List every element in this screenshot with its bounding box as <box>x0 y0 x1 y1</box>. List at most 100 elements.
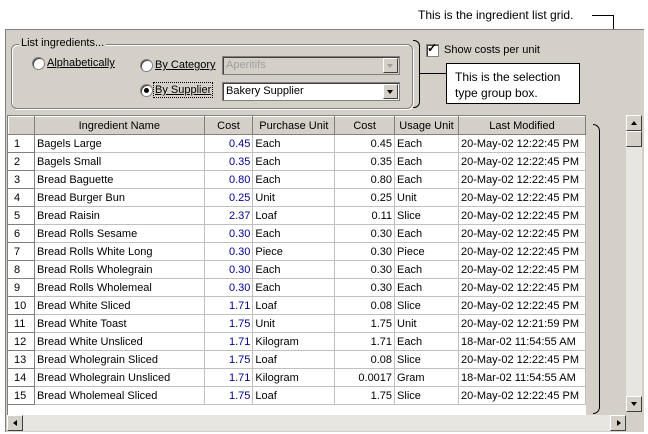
cell-row-number[interactable]: 11 <box>8 314 35 333</box>
cell-purchase-cost[interactable]: 1.75 <box>203 350 254 369</box>
cell-purchase-cost[interactable]: 0.25 <box>203 188 254 207</box>
cell-purchase-unit[interactable]: Loaf <box>252 296 336 315</box>
cell-usage-cost[interactable]: 0.08 <box>334 350 396 369</box>
cell-row-number[interactable]: 15 <box>8 386 35 405</box>
table-row[interactable]: 8 Bread Rolls Wholegrain 0.30 Each 0.30 Each 2… <box>8 260 586 279</box>
cell-purchase-unit[interactable]: Each <box>252 170 336 189</box>
cell-usage-unit[interactable]: Slice <box>394 386 459 405</box>
table-row[interactable]: 14 Bread Wholegrain Unsliced 1.71 Kilogram 0… <box>8 368 586 387</box>
cell-purchase-cost[interactable]: 0.30 <box>203 260 254 279</box>
cell-ingredient-name[interactable]: Bread Raisin <box>33 206 205 225</box>
show-costs-label[interactable]: Show costs per unit <box>444 44 540 56</box>
cell-last-modified[interactable]: 20-May-02 12:22:45 PM <box>457 350 586 369</box>
by-supplier-radio[interactable] <box>140 84 153 97</box>
cell-usage-unit[interactable]: Each <box>394 170 459 189</box>
cell-purchase-unit[interactable]: Kilogram <box>252 332 336 351</box>
table-row[interactable]: 1 Bagels Large 0.45 Each 0.45 Each 20-May-02 1… <box>8 134 586 153</box>
cell-usage-unit[interactable]: Slice <box>394 350 459 369</box>
cell-row-number[interactable]: 2 <box>8 152 35 171</box>
cell-ingredient-name[interactable]: Bread Rolls Wholegrain <box>33 260 205 279</box>
cell-usage-cost[interactable]: 1.75 <box>334 314 396 333</box>
column-header-last-modified[interactable]: Last Modified <box>457 116 586 135</box>
cell-ingredient-name[interactable]: Bread Wholegrain Sliced <box>33 350 205 369</box>
cell-ingredient-name[interactable]: Bread White Sliced <box>33 296 205 315</box>
table-row[interactable]: 13 Bread Wholegrain Sliced 1.75 Loaf 0.08 Sli… <box>8 350 586 369</box>
cell-usage-unit[interactable]: Unit <box>394 188 459 207</box>
vertical-scroll-thumb[interactable] <box>626 131 642 147</box>
cell-row-number[interactable]: 5 <box>8 206 35 225</box>
cell-row-number[interactable]: 3 <box>8 170 35 189</box>
cell-last-modified[interactable]: 20-May-02 12:22:45 PM <box>457 224 586 243</box>
cell-usage-unit[interactable]: Each <box>394 278 459 297</box>
cell-usage-unit[interactable]: Gram <box>394 368 459 387</box>
cell-usage-unit[interactable]: Each <box>394 260 459 279</box>
cell-purchase-unit[interactable]: Piece <box>252 242 336 261</box>
cell-row-number[interactable]: 4 <box>8 188 35 207</box>
cell-purchase-unit[interactable]: Loaf <box>252 206 336 225</box>
cell-usage-cost[interactable]: 0.25 <box>334 188 396 207</box>
cell-row-number[interactable]: 7 <box>8 242 35 261</box>
cell-usage-cost[interactable]: 1.71 <box>334 332 396 351</box>
cell-usage-cost[interactable]: 0.35 <box>334 152 396 171</box>
cell-usage-cost[interactable]: 0.08 <box>334 296 396 315</box>
cell-usage-cost[interactable]: 1.75 <box>334 386 396 405</box>
scroll-left-icon[interactable] <box>7 415 23 431</box>
ingredient-list-grid[interactable]: Ingredient Name Cost Purchase Unit Cost … <box>7 115 586 416</box>
by-category-label[interactable]: By Category <box>155 59 216 71</box>
cell-purchase-unit[interactable]: Kilogram <box>252 368 336 387</box>
cell-usage-unit[interactable]: Each <box>394 332 459 351</box>
cell-ingredient-name[interactable]: Bread Baguette <box>33 170 205 189</box>
cell-usage-cost[interactable]: 0.0017 <box>334 368 396 387</box>
cell-purchase-cost[interactable]: 0.30 <box>203 278 254 297</box>
cell-row-number[interactable]: 13 <box>8 350 35 369</box>
cell-ingredient-name[interactable]: Bagels Small <box>33 152 205 171</box>
cell-purchase-unit[interactable]: Each <box>252 260 336 279</box>
cell-usage-unit[interactable]: Each <box>394 152 459 171</box>
table-row[interactable]: 11 Bread White Toast 1.75 Unit 1.75 Unit 20-Ma… <box>8 314 586 333</box>
chevron-down-icon[interactable] <box>383 58 398 73</box>
cell-purchase-unit[interactable]: Unit <box>252 188 336 207</box>
supplier-dropdown[interactable]: Bakery Supplier <box>222 82 400 101</box>
cell-usage-cost[interactable]: 0.30 <box>334 260 396 279</box>
cell-purchase-unit[interactable]: Each <box>252 224 336 243</box>
table-row[interactable]: 15 Bread Wholemeal Sliced 1.75 Loaf 1.75 Slic… <box>8 386 586 405</box>
cell-row-number[interactable]: 6 <box>8 224 35 243</box>
cell-purchase-cost[interactable]: 0.30 <box>203 242 254 261</box>
cell-last-modified[interactable]: 18-Mar-02 11:54:55 AM <box>457 332 586 351</box>
cell-last-modified[interactable]: 20-May-02 12:22:45 PM <box>457 134 586 153</box>
cell-ingredient-name[interactable]: Bread Rolls Sesame <box>33 224 205 243</box>
cell-purchase-cost[interactable]: 1.71 <box>203 332 254 351</box>
horizontal-scrollbar[interactable] <box>7 415 626 431</box>
table-row[interactable]: 7 Bread Rolls White Long 0.30 Piece 0.30 Piec… <box>8 242 586 261</box>
column-header-usage-cost[interactable]: Cost <box>334 116 396 135</box>
cell-last-modified[interactable]: 20-May-02 12:22:45 PM <box>457 386 586 405</box>
cell-last-modified[interactable]: 20-May-02 12:22:45 PM <box>457 170 586 189</box>
cell-usage-cost[interactable]: 0.30 <box>334 278 396 297</box>
cell-row-number[interactable]: 1 <box>8 134 35 153</box>
table-row[interactable]: 3 Bread Baguette 0.80 Each 0.80 Each 20-May-02… <box>8 170 586 189</box>
cell-usage-unit[interactable]: Slice <box>394 296 459 315</box>
cell-usage-unit[interactable]: Slice <box>394 206 459 225</box>
alphabetically-label[interactable]: Alphabetically <box>47 57 115 69</box>
category-dropdown[interactable]: Aperitifs <box>222 56 400 75</box>
column-header-purchase-unit[interactable]: Purchase Unit <box>252 116 336 135</box>
cell-purchase-cost[interactable]: 0.35 <box>203 152 254 171</box>
table-row[interactable]: 6 Bread Rolls Sesame 0.30 Each 0.30 Each 20-Ma… <box>8 224 586 243</box>
table-row[interactable]: 4 Bread Burger Bun 0.25 Unit 0.25 Unit 20-May-… <box>8 188 586 207</box>
cell-purchase-cost[interactable]: 2.37 <box>203 206 254 225</box>
cell-usage-cost[interactable]: 0.30 <box>334 242 396 261</box>
cell-ingredient-name[interactable]: Bread White Unsliced <box>33 332 205 351</box>
cell-last-modified[interactable]: 20-May-02 12:22:45 PM <box>457 278 586 297</box>
cell-last-modified[interactable]: 20-May-02 12:22:45 PM <box>457 296 586 315</box>
cell-row-number[interactable]: 10 <box>8 296 35 315</box>
scroll-right-icon[interactable] <box>610 415 626 431</box>
cell-purchase-unit[interactable]: Unit <box>252 314 336 333</box>
cell-usage-cost[interactable]: 0.80 <box>334 170 396 189</box>
cell-ingredient-name[interactable]: Bagels Large <box>33 134 205 153</box>
cell-ingredient-name[interactable]: Bread Burger Bun <box>33 188 205 207</box>
cell-purchase-unit[interactable]: Each <box>252 278 336 297</box>
alphabetically-radio[interactable] <box>32 57 45 70</box>
cell-purchase-cost[interactable]: 1.71 <box>203 296 254 315</box>
cell-ingredient-name[interactable]: Bread Rolls Wholemeal <box>33 278 205 297</box>
cell-purchase-unit[interactable]: Each <box>252 152 336 171</box>
